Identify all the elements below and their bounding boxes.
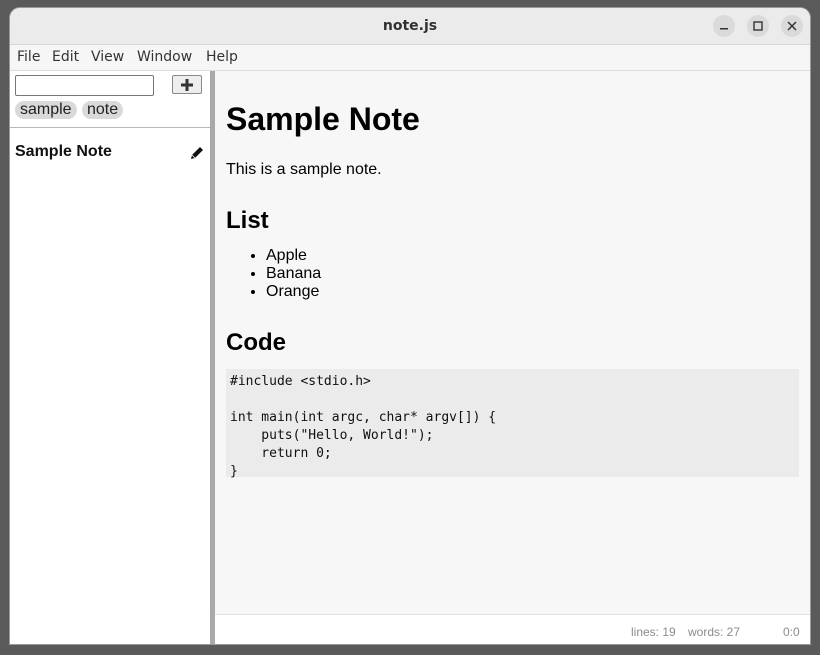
tag-note[interactable]: note <box>82 101 124 119</box>
code-block: #include <stdio.h> int main(int argc, ch… <box>226 369 799 479</box>
list-heading: List <box>226 207 269 234</box>
note-preview: Sample Note This is a sample note. List … <box>215 71 810 614</box>
status-bar: lines: 19 words: 27 0:0 <box>215 614 810 644</box>
sidebar: sample note Sample Note <box>10 71 210 644</box>
close-icon <box>787 21 797 31</box>
cursor-position: 0:0 <box>783 625 800 639</box>
list-item: Banana <box>266 265 321 283</box>
menu-file[interactable]: File <box>17 45 40 70</box>
sidebar-divider <box>10 127 210 128</box>
menu-help[interactable]: Help <box>206 45 238 70</box>
minimize-button[interactable] <box>713 15 735 37</box>
list-item: Apple <box>266 247 321 265</box>
note-paragraph: This is a sample note. <box>226 161 382 178</box>
maximize-icon <box>753 21 763 31</box>
add-note-button[interactable] <box>172 75 202 94</box>
maximize-button[interactable] <box>747 15 769 37</box>
fruit-list: Apple Banana Orange <box>226 247 321 301</box>
app-window: note.js File Edit View Window Help sampl… <box>10 8 810 644</box>
minimize-icon <box>720 28 728 30</box>
line-count: lines: 19 <box>631 625 676 639</box>
menu-bar: File Edit View Window Help <box>10 45 810 71</box>
plus-icon <box>181 78 193 91</box>
menu-window[interactable]: Window <box>137 45 192 70</box>
close-button[interactable] <box>781 15 803 37</box>
window-title: note.js <box>382 18 438 34</box>
note-heading: Sample Note <box>226 101 420 137</box>
tag-sample[interactable]: sample <box>15 101 77 119</box>
note-list-item-title: Sample Note <box>15 143 112 160</box>
menu-edit[interactable]: Edit <box>52 45 79 70</box>
list-item: Orange <box>266 283 321 301</box>
search-input[interactable] <box>15 75 154 96</box>
note-list-item[interactable]: Sample Note <box>10 143 210 165</box>
menu-view[interactable]: View <box>91 45 124 70</box>
code-heading: Code <box>226 329 286 356</box>
title-bar[interactable]: note.js <box>10 8 810 45</box>
word-count: words: 27 <box>688 625 741 639</box>
pencil-icon[interactable] <box>189 145 205 166</box>
